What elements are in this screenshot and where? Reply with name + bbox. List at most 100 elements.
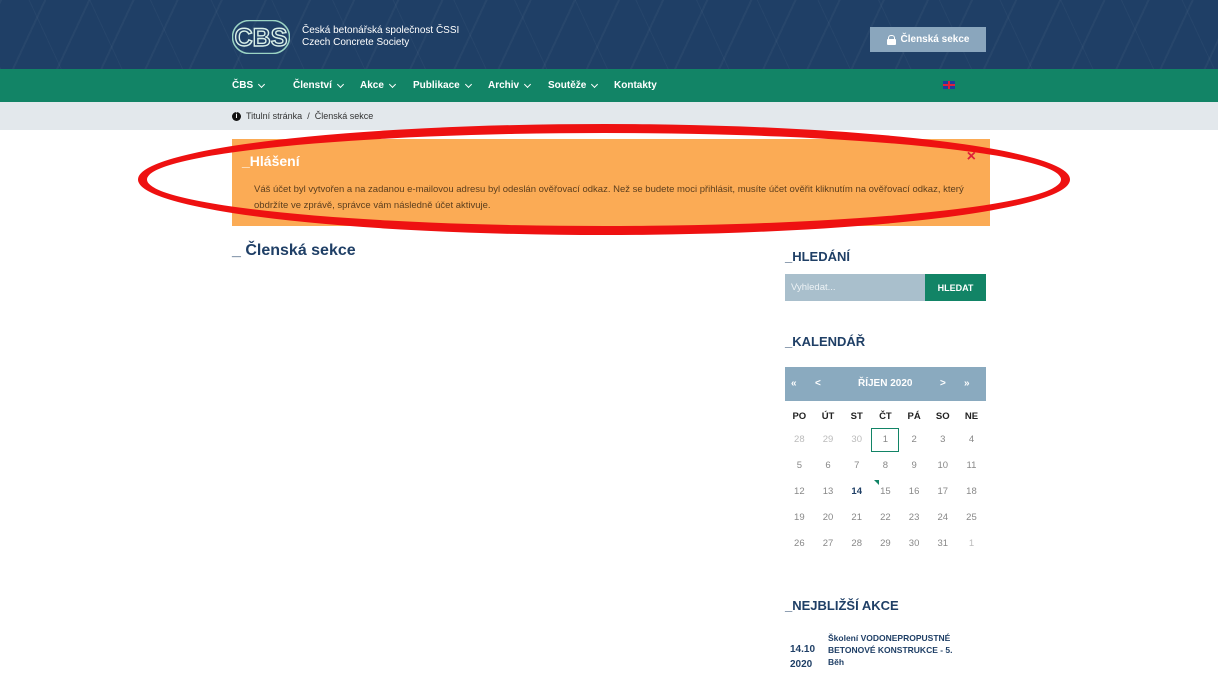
- calendar-day[interactable]: 3: [928, 427, 957, 453]
- calendar-week: 19 20 21 22 23 24 25: [785, 505, 986, 531]
- search-input[interactable]: [785, 274, 925, 301]
- events-heading: _NEJBLIŽŠÍ AKCE: [785, 598, 899, 613]
- calendar-day[interactable]: 29: [871, 531, 900, 557]
- calendar-day[interactable]: 1: [957, 531, 986, 557]
- calendar-day[interactable]: 6: [814, 453, 843, 479]
- event-date-day: 14.10: [790, 644, 816, 655]
- prev-month-button[interactable]: <: [815, 367, 821, 401]
- calendar-day[interactable]: 18: [957, 479, 986, 505]
- breadcrumb-current: Členská sekce: [314, 111, 374, 121]
- calendar-header: « < ŘÍJEN 2020 > »: [785, 367, 986, 401]
- search-heading: _HLEDÁNÍ: [785, 249, 851, 264]
- calendar-day[interactable]: 25: [957, 505, 986, 531]
- lock-icon: [886, 34, 896, 45]
- weekday: NE: [964, 411, 979, 422]
- calendar-week: 5 6 7 8 9 10 11: [785, 453, 986, 479]
- next-month-button[interactable]: >: [940, 367, 946, 401]
- brand-line-1: Česká betonářská společnost ČSSI: [302, 25, 460, 36]
- calendar-day[interactable]: 30: [842, 427, 871, 453]
- chevron-down-icon: [388, 80, 396, 88]
- brand-line-2: Czech Concrete Society: [302, 37, 410, 48]
- event-date: 14.10 2020: [790, 642, 815, 672]
- weekday: ÚT: [821, 411, 835, 422]
- nav-item-akce[interactable]: Akce: [360, 69, 396, 102]
- notice-text: Váš účet byl vytvořen a na zadanou e-mai…: [254, 184, 964, 211]
- breadcrumb-home[interactable]: Titulní stránka: [246, 111, 302, 121]
- nav-item-souteze[interactable]: Soutěže: [548, 69, 599, 102]
- breadcrumb-bar: [0, 102, 1218, 130]
- close-icon[interactable]: ×: [967, 149, 976, 165]
- breadcrumb-separator: /: [307, 111, 310, 121]
- nav-item-clenstvi[interactable]: Členství: [293, 69, 344, 102]
- calendar-day[interactable]: 12: [785, 479, 814, 505]
- calendar-weekdays: PO ÚT ST ČT PÁ SO NE: [785, 407, 986, 427]
- weekday: ST: [850, 411, 863, 422]
- nav-item-cbs[interactable]: ČBS: [232, 69, 266, 102]
- info-icon: i: [232, 111, 241, 121]
- calendar-day[interactable]: 16: [900, 479, 929, 505]
- nav-label: Publikace: [413, 80, 460, 91]
- chevron-down-icon: [258, 80, 266, 88]
- weekday: PÁ: [907, 411, 921, 422]
- calendar-day[interactable]: 28: [785, 427, 814, 453]
- calendar-day[interactable]: 22: [871, 505, 900, 531]
- nav-item-kontakty[interactable]: Kontakty: [614, 69, 657, 102]
- calendar-day[interactable]: 23: [900, 505, 929, 531]
- calendar-day-today[interactable]: 14: [842, 479, 871, 505]
- calendar-day[interactable]: 9: [900, 453, 929, 479]
- chevron-down-icon: [336, 80, 344, 88]
- calendar-heading: _KALENDÁŘ: [785, 334, 866, 349]
- nav-item-archiv[interactable]: Archiv: [488, 69, 532, 102]
- calendar-day[interactable]: 2: [900, 427, 929, 453]
- notice-box: _Hlášení × Váš účet byl vytvořen a na za…: [232, 139, 990, 226]
- nav-label: Členství: [293, 80, 332, 91]
- calendar-day[interactable]: 4: [957, 427, 986, 453]
- calendar-day[interactable]: 19: [785, 505, 814, 531]
- nav-label: Soutěže: [548, 80, 587, 91]
- brand-text: Česká betonářská společnost ČSSI Czech C…: [302, 25, 459, 49]
- calendar-day-event[interactable]: 15: [871, 479, 900, 505]
- calendar-day[interactable]: 13: [814, 479, 843, 505]
- event-date-year: 2020: [790, 659, 813, 670]
- calendar-week: 26 27 28 29 30 31 1: [785, 531, 986, 557]
- calendar-day[interactable]: 21: [842, 505, 871, 531]
- weekday: SO: [935, 411, 950, 422]
- calendar-day[interactable]: 28: [842, 531, 871, 557]
- site-header: [0, 0, 1218, 69]
- calendar-day[interactable]: 11: [957, 453, 986, 479]
- calendar-day[interactable]: 27: [814, 531, 843, 557]
- prev-year-button[interactable]: «: [791, 367, 797, 401]
- calendar-day[interactable]: 31: [928, 531, 957, 557]
- weekday: ČT: [879, 411, 892, 422]
- calendar-day[interactable]: 30: [900, 531, 929, 557]
- page-title: _ Členská sekce: [232, 242, 356, 259]
- calendar-week: 12 13 14 15 16 17 18: [785, 479, 986, 505]
- member-section-label: Členská sekce: [900, 34, 970, 45]
- calendar-day-selected[interactable]: 1: [871, 427, 900, 453]
- calendar-day[interactable]: 20: [814, 505, 843, 531]
- calendar-week: 28 29 30 1 2 3 4: [785, 427, 986, 453]
- calendar-day[interactable]: 10: [928, 453, 957, 479]
- nav-item-publikace[interactable]: Publikace: [413, 69, 472, 102]
- header-texture: [0, 0, 1218, 69]
- nav-label: Akce: [360, 80, 384, 91]
- calendar-day[interactable]: 5: [785, 453, 814, 479]
- nav-label: Kontakty: [614, 80, 657, 91]
- calendar-day[interactable]: 7: [842, 453, 871, 479]
- member-section-button[interactable]: Členská sekce: [870, 27, 986, 52]
- calendar-day[interactable]: 17: [928, 479, 957, 505]
- uk-flag-icon[interactable]: [943, 81, 955, 89]
- calendar-day[interactable]: 8: [871, 453, 900, 479]
- next-year-button[interactable]: »: [964, 367, 970, 401]
- cbs-logo[interactable]: CBS: [232, 20, 290, 54]
- event-title-link[interactable]: Školení VODONEPROPUSTNÉ BETONOVÉ KONSTRU…: [828, 632, 968, 668]
- logo-lettering: CBS: [235, 24, 288, 52]
- calendar-day[interactable]: 26: [785, 531, 814, 557]
- nav-label: ČBS: [232, 80, 254, 91]
- search-button[interactable]: HLEDAT: [925, 274, 986, 301]
- notice-title: _Hlášení: [242, 153, 300, 169]
- calendar-day[interactable]: 29: [814, 427, 843, 453]
- chevron-down-icon: [524, 80, 532, 88]
- nav-label: Archiv: [488, 80, 520, 91]
- calendar-day[interactable]: 24: [928, 505, 957, 531]
